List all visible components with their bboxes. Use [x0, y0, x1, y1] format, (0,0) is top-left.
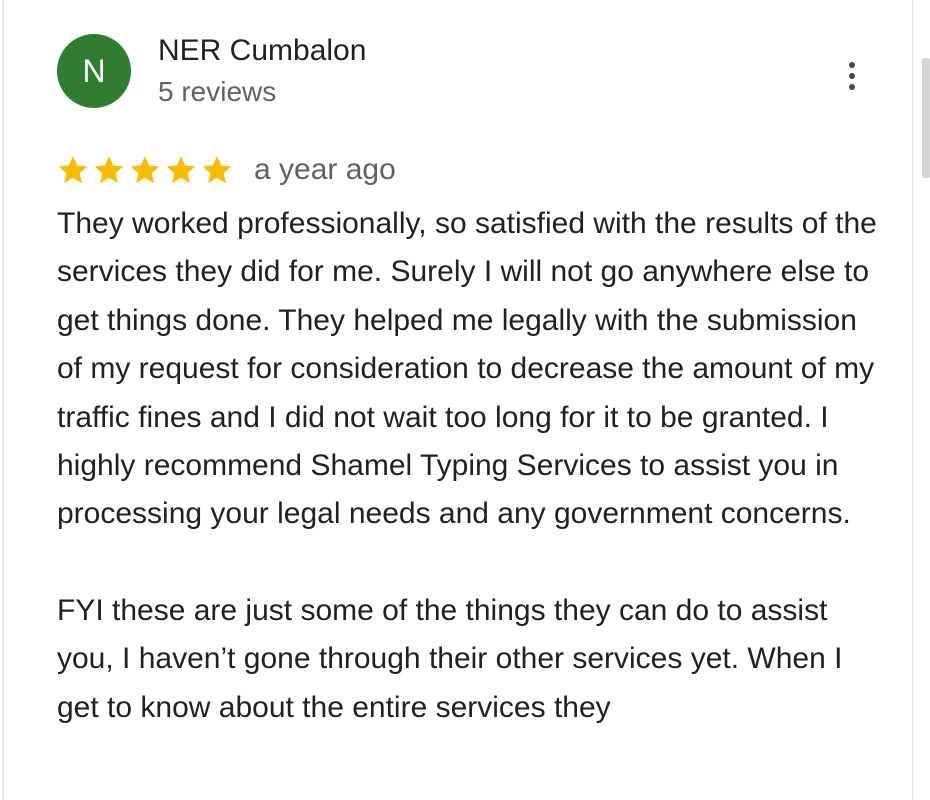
rating-row: a year ago	[56, 148, 396, 192]
star-icon	[202, 156, 232, 184]
review-card: N NER Cumbalon 5 reviews a year ago They…	[0, 0, 930, 800]
review-date: a year ago	[254, 153, 396, 186]
more-options-button[interactable]	[832, 56, 872, 96]
star-icon	[130, 156, 160, 184]
scrollbar-thumb[interactable]	[922, 58, 930, 178]
star-rating	[56, 153, 234, 187]
more-vert-icon	[849, 62, 855, 68]
reviewer-review-count[interactable]: 5 reviews	[158, 76, 276, 108]
review-paragraph: They worked professionally, so satisfied…	[57, 207, 877, 531]
star-icon	[58, 156, 88, 184]
avatar[interactable]: N	[57, 34, 131, 108]
review-paragraph: FYI these are just some of the things th…	[57, 593, 843, 724]
card-right-border	[912, 0, 913, 800]
star-icon	[166, 156, 196, 184]
more-vert-icon-dot	[849, 84, 855, 90]
star-icon	[94, 156, 124, 184]
reviewer-name[interactable]: NER Cumbalon	[158, 34, 366, 68]
more-vert-icon-dot	[849, 73, 855, 79]
review-text: They worked professionally, so satisfied…	[57, 200, 877, 732]
card-left-border	[2, 0, 4, 800]
